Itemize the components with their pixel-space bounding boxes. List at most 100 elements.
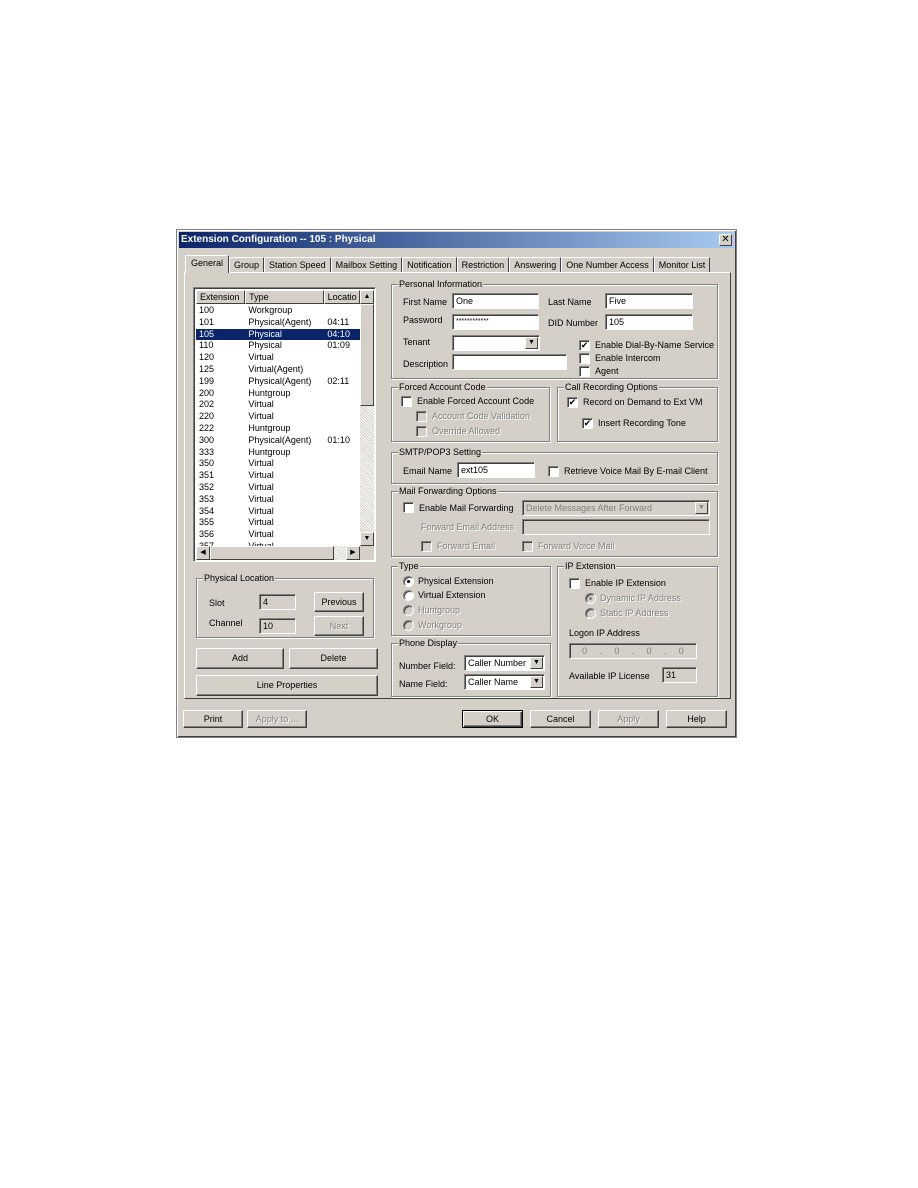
line-properties-button[interactable]: Line Properties: [196, 675, 378, 696]
hscroll-thumb[interactable]: [210, 546, 334, 560]
help-button[interactable]: Help: [666, 710, 727, 728]
list-item[interactable]: 333 Huntgroup: [196, 447, 360, 459]
list-item[interactable]: 101 Physical(Agent) 04:11: [196, 317, 360, 329]
apply-button[interactable]: Apply: [598, 710, 659, 728]
list-item[interactable]: 355 Virtual: [196, 517, 360, 529]
list-item[interactable]: 220 Virtual: [196, 411, 360, 423]
first-name-input[interactable]: One: [452, 293, 539, 309]
description-input[interactable]: [452, 354, 567, 370]
tenant-select[interactable]: 0 NA ▼: [452, 335, 540, 351]
next-button[interactable]: Next: [314, 616, 364, 636]
extension-cell: 354: [199, 505, 215, 516]
tab-mailbox-setting[interactable]: Mailbox Setting: [330, 257, 403, 273]
scroll-right-button[interactable]: ▶: [346, 546, 360, 560]
retrieve-voicemail-checkbox[interactable]: [548, 466, 559, 477]
list-item[interactable]: 202 Virtual: [196, 399, 360, 411]
logon-ip-input[interactable]: 0. 0. 0. 0: [569, 643, 697, 659]
scroll-left-button[interactable]: ◀: [196, 546, 210, 560]
scroll-up-button[interactable]: ▲: [360, 290, 374, 304]
radio-physical-extension[interactable]: [403, 576, 414, 587]
radio-workgroup[interactable]: [403, 620, 414, 631]
list-item[interactable]: 105 Physical 04:10: [196, 328, 360, 341]
list-item[interactable]: 125 Virtual(Agent): [196, 364, 360, 376]
number-field-select[interactable]: Caller Number ▼: [464, 655, 545, 671]
list-item[interactable]: 222 Huntgroup: [196, 423, 360, 435]
tab-notification[interactable]: Notification: [402, 257, 457, 273]
horizontal-scrollbar[interactable]: ◀ ▶: [196, 546, 360, 560]
tab-answering[interactable]: Answering: [509, 257, 562, 273]
list-item[interactable]: 110 Physical 01:09: [196, 340, 360, 352]
list-item[interactable]: 352 Virtual: [196, 482, 360, 494]
previous-button[interactable]: Previous: [314, 592, 364, 612]
location-cell: 04:10: [327, 328, 350, 339]
intercom-checkbox[interactable]: [579, 353, 590, 364]
list-item[interactable]: 120 Virtual: [196, 352, 360, 364]
ok-button[interactable]: OK: [462, 710, 523, 728]
tab-restriction[interactable]: Restriction: [456, 257, 510, 273]
delete-button[interactable]: Delete: [289, 648, 378, 669]
list-item[interactable]: 356 Virtual: [196, 529, 360, 541]
location-cell: [324, 517, 360, 529]
list-item[interactable]: 351 Virtual: [196, 470, 360, 482]
apply-to-button[interactable]: Apply to ...: [247, 710, 307, 728]
column-header-type[interactable]: Type: [245, 290, 324, 304]
scroll-thumb[interactable]: [360, 304, 374, 406]
list-item[interactable]: 354 Virtual: [196, 506, 360, 518]
extension-cell: 350: [199, 458, 215, 469]
forward-email-address-input[interactable]: [522, 519, 710, 535]
number-field-dropdown-button[interactable]: ▼: [530, 657, 543, 669]
scroll-down-button[interactable]: ▼: [360, 532, 374, 546]
enable-forced-account-checkbox[interactable]: [401, 396, 412, 407]
record-on-demand-checkbox[interactable]: ✔: [567, 397, 578, 408]
tab-station-speed[interactable]: Station Speed: [264, 257, 331, 273]
type-cell: Virtual: [248, 352, 274, 363]
list-item[interactable]: 350 Virtual: [196, 458, 360, 470]
forward-email-checkbox[interactable]: [421, 541, 432, 552]
window-title: Extension Configuration -- 105 : Physica…: [181, 234, 376, 245]
type-cell: Huntgroup: [248, 422, 291, 433]
password-input[interactable]: ************: [452, 314, 539, 330]
tab-monitor-list[interactable]: Monitor List: [653, 257, 711, 273]
enable-mail-forwarding-checkbox[interactable]: [403, 502, 414, 513]
override-allowed-checkbox[interactable]: [416, 426, 427, 437]
list-item[interactable]: 100 Workgroup: [196, 305, 360, 317]
extension-list[interactable]: Extension Type Locatio 100 Workgroup 101 Ph…: [193, 287, 376, 562]
tenant-dropdown-button[interactable]: ▼: [525, 337, 538, 349]
email-name-input[interactable]: ext105: [457, 462, 535, 478]
vertical-scrollbar[interactable]: ▲ ▼: [360, 290, 374, 546]
add-button[interactable]: Add: [196, 648, 284, 669]
insert-recording-tone-label: Insert Recording Tone: [598, 418, 686, 428]
tab-general[interactable]: General: [185, 255, 230, 273]
account-code-validation-checkbox[interactable]: [416, 411, 427, 422]
location-cell: [324, 364, 360, 376]
last-name-input[interactable]: Five: [605, 293, 693, 309]
arrow-down-icon: ▼: [363, 535, 371, 542]
list-item[interactable]: 353 Virtual: [196, 494, 360, 506]
insert-recording-tone-checkbox[interactable]: ✔: [582, 418, 593, 429]
tab-one-number-access[interactable]: One Number Access: [561, 257, 654, 273]
name-field-select[interactable]: Caller Name ▼: [464, 674, 545, 690]
radio-huntgroup[interactable]: [403, 605, 414, 616]
forward-voicemail-checkbox[interactable]: [522, 541, 533, 552]
agent-checkbox[interactable]: [579, 366, 590, 377]
list-item[interactable]: 300 Physical(Agent) 01:10: [196, 435, 360, 447]
close-button[interactable]: ✕: [719, 234, 732, 246]
enable-ip-extension-checkbox[interactable]: [569, 578, 580, 589]
column-header-extension[interactable]: Extension: [196, 290, 246, 304]
extension-cell: 333: [199, 446, 215, 457]
list-item[interactable]: 199 Physical(Agent) 02:11: [196, 376, 360, 388]
radio-dynamic-ip[interactable]: [585, 593, 596, 604]
cancel-button[interactable]: Cancel: [530, 710, 591, 728]
radio-static-ip[interactable]: [585, 608, 596, 619]
did-number-input[interactable]: 105: [605, 314, 693, 330]
list-item[interactable]: 200 Huntgroup: [196, 388, 360, 400]
name-field-dropdown-button[interactable]: ▼: [530, 676, 543, 688]
forward-mode-dropdown-button[interactable]: ▼: [695, 502, 708, 514]
dial-by-name-checkbox[interactable]: ✔: [579, 340, 590, 351]
print-button[interactable]: Print: [183, 710, 243, 728]
tab-group[interactable]: Group: [229, 257, 265, 273]
column-header-location[interactable]: Locatio: [323, 290, 360, 304]
forward-mode-select[interactable]: Delete Messages After Forward ▼: [522, 500, 710, 516]
radio-virtual-extension[interactable]: [403, 590, 414, 601]
location-cell: [324, 352, 360, 364]
